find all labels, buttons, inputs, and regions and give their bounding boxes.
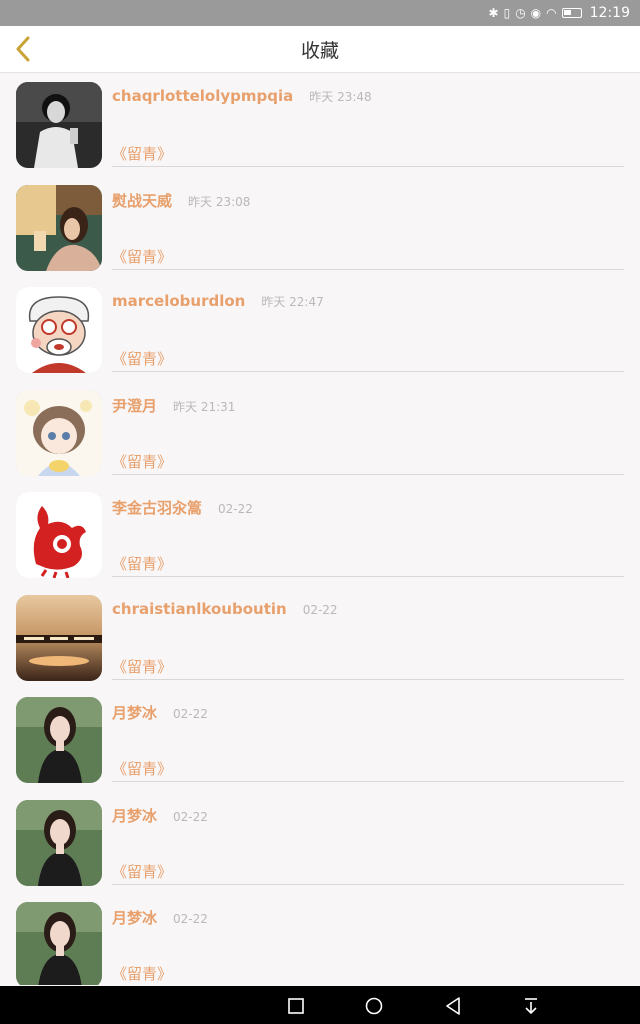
timestamp: 昨天 23:08 bbox=[188, 194, 251, 209]
divider bbox=[112, 268, 624, 270]
list-item[interactable]: marceloburdlon 昨天 22:47 《留青》 bbox=[0, 278, 640, 381]
status-time: 12:19 bbox=[589, 5, 630, 21]
back-button[interactable] bbox=[8, 34, 38, 64]
avatar-cartoon-grandpa bbox=[16, 287, 102, 373]
list-item[interactable]: 月梦冰 02-22 《留青》 bbox=[0, 688, 640, 791]
timestamp: 02-22 bbox=[173, 912, 208, 926]
user-name[interactable]: marceloburdlon bbox=[112, 292, 245, 310]
timestamp: 昨天 21:31 bbox=[173, 399, 236, 414]
avatar[interactable] bbox=[16, 82, 102, 168]
item-meta: 熨战天威 昨天 23:08 bbox=[112, 190, 250, 211]
bluetooth-icon: ✱ bbox=[488, 6, 499, 20]
header: 收藏 bbox=[0, 26, 640, 73]
alarm-icon: ◷ bbox=[515, 6, 526, 20]
notification-pull-button[interactable] bbox=[520, 995, 542, 1017]
timestamp: 02-22 bbox=[302, 602, 338, 617]
work-title[interactable]: 《留青》 bbox=[112, 963, 172, 984]
avatar[interactable] bbox=[16, 389, 102, 476]
item-meta: chaqrlottelolypmpqia 昨天 23:48 bbox=[112, 87, 372, 105]
user-name[interactable]: 月梦冰 bbox=[112, 907, 157, 928]
avatar-bw-photo bbox=[16, 82, 102, 168]
user-name[interactable]: 李金古羽汆篙 bbox=[112, 497, 202, 518]
work-title[interactable]: 《留青》 bbox=[112, 553, 172, 574]
user-name[interactable]: chraistianlkouboutin bbox=[112, 600, 287, 618]
avatar-woman-portrait bbox=[16, 902, 102, 985]
avatar[interactable] bbox=[16, 697, 102, 783]
timestamp: 昨天 22:47 bbox=[261, 295, 324, 309]
work-title[interactable]: 《留青》 bbox=[112, 861, 172, 882]
avatar-anime-girl bbox=[16, 389, 102, 476]
user-name[interactable]: chaqrlottelolypmpqia bbox=[112, 87, 293, 105]
divider bbox=[112, 883, 624, 885]
list-item[interactable]: 熨战天威 昨天 23:08 《留青》 bbox=[0, 176, 640, 279]
chevron-left-icon bbox=[16, 36, 30, 62]
avatar-sunset-sea bbox=[16, 594, 102, 681]
recent-apps-button[interactable] bbox=[285, 995, 307, 1017]
divider bbox=[112, 781, 624, 782]
avatar-woman-portrait bbox=[16, 697, 102, 783]
user-name[interactable]: 月梦冰 bbox=[112, 702, 157, 723]
work-title[interactable]: 《留青》 bbox=[112, 348, 172, 369]
timestamp: 02-22 bbox=[218, 502, 253, 516]
avatar-girl-photo bbox=[16, 184, 102, 271]
divider bbox=[112, 371, 624, 372]
timestamp: 昨天 23:48 bbox=[309, 90, 372, 104]
work-title[interactable]: 《留青》 bbox=[112, 758, 172, 779]
divider bbox=[112, 473, 624, 475]
work-title[interactable]: 《留青》 bbox=[112, 246, 172, 267]
back-nav-button[interactable] bbox=[442, 995, 464, 1017]
list-item[interactable]: 月梦冰 02-22 《留青》 bbox=[0, 791, 640, 894]
status-bar: ✱ ▯ ◷ ◉ ◠ 12:19 bbox=[0, 0, 640, 26]
favorites-list: chaqrlottelolypmpqia 昨天 23:48 《留青》 熨战天威 … bbox=[0, 73, 640, 985]
recent-apps-icon bbox=[288, 998, 304, 1014]
wifi-icon: ◠ bbox=[546, 6, 557, 20]
back-icon bbox=[446, 997, 460, 1015]
user-name[interactable]: 尹澄月 bbox=[112, 395, 157, 416]
battery-icon bbox=[561, 8, 582, 18]
work-title[interactable]: 《留青》 bbox=[112, 656, 172, 677]
list-item[interactable]: 尹澄月 昨天 21:31 《留青》 bbox=[0, 381, 640, 484]
timestamp: 02-22 bbox=[173, 707, 208, 721]
item-meta: 尹澄月 昨天 21:31 bbox=[112, 395, 235, 416]
divider bbox=[112, 166, 624, 167]
avatar-papercut-rooster bbox=[16, 492, 102, 578]
status-icons: ✱ ▯ ◷ ◉ ◠ bbox=[489, 7, 582, 19]
item-meta: marceloburdlon 昨天 22:47 bbox=[112, 292, 324, 310]
list-item[interactable]: 李金古羽汆篙 02-22 《留青》 bbox=[0, 483, 640, 586]
item-meta: 李金古羽汆篙 02-22 bbox=[112, 497, 253, 518]
user-name[interactable]: 熨战天威 bbox=[112, 190, 172, 211]
avatar[interactable] bbox=[16, 184, 102, 271]
avatar[interactable] bbox=[16, 799, 102, 886]
page-title: 收藏 bbox=[300, 39, 339, 62]
item-meta: 月梦冰 02-22 bbox=[112, 805, 208, 826]
divider bbox=[112, 678, 624, 680]
item-meta: 月梦冰 02-22 bbox=[112, 907, 208, 928]
home-icon bbox=[365, 997, 383, 1015]
timestamp: 02-22 bbox=[173, 809, 208, 824]
eye-icon: ◉ bbox=[530, 6, 542, 20]
list-item[interactable]: 月梦冰 02-22 《留青》 bbox=[0, 893, 640, 985]
avatar[interactable] bbox=[16, 287, 102, 373]
list-item[interactable]: chaqrlottelolypmpqia 昨天 23:48 《留青》 bbox=[0, 73, 640, 176]
vibrate-icon: ▯ bbox=[503, 6, 511, 20]
item-meta: 月梦冰 02-22 bbox=[112, 702, 208, 723]
work-title[interactable]: 《留青》 bbox=[112, 451, 172, 472]
system-nav-bar bbox=[0, 986, 640, 1024]
work-title[interactable]: 《留青》 bbox=[112, 143, 172, 164]
home-button[interactable] bbox=[363, 995, 385, 1017]
item-meta: chraistianlkouboutin 02-22 bbox=[112, 600, 338, 618]
list-item[interactable]: chraistianlkouboutin 02-22 《留青》 bbox=[0, 586, 640, 689]
user-name[interactable]: 月梦冰 bbox=[112, 805, 157, 826]
notification-pull-icon bbox=[525, 998, 537, 1015]
avatar[interactable] bbox=[16, 594, 102, 681]
avatar[interactable] bbox=[16, 902, 102, 985]
avatar-woman-portrait bbox=[16, 799, 102, 886]
divider bbox=[112, 576, 624, 577]
avatar[interactable] bbox=[16, 492, 102, 578]
